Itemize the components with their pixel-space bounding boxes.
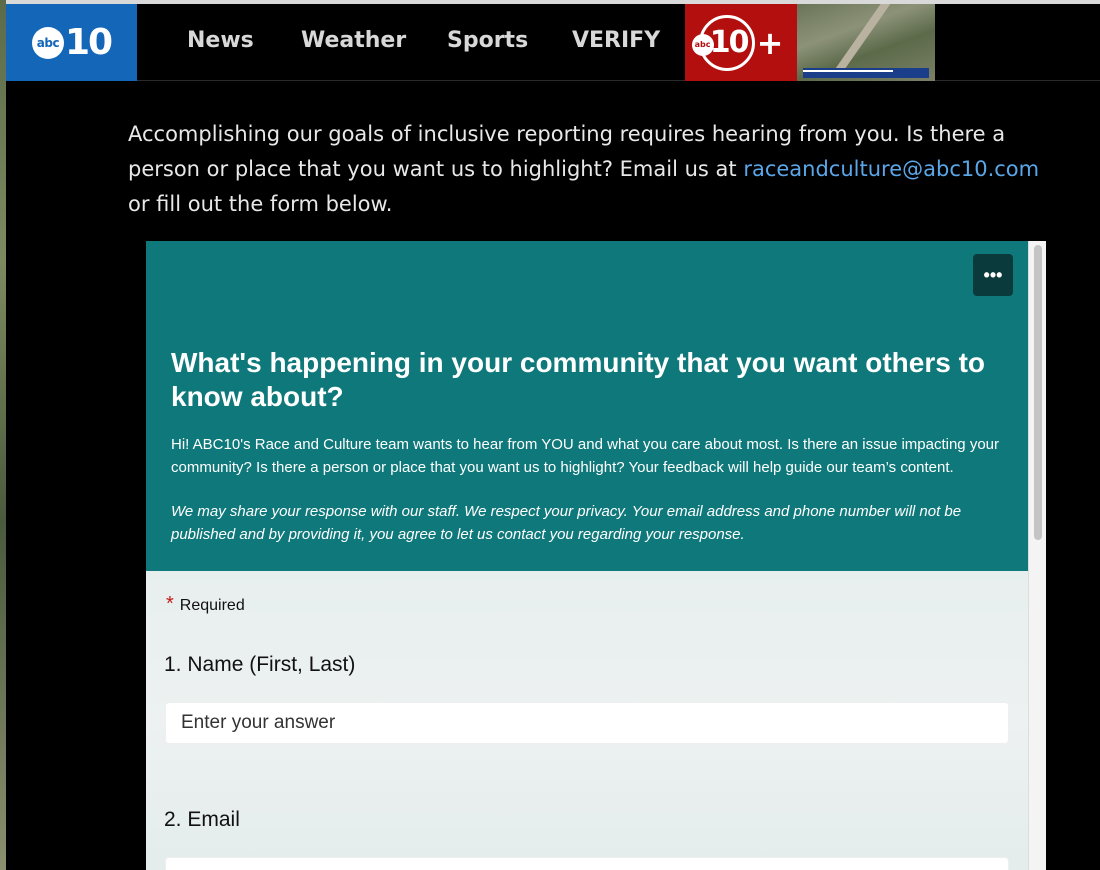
abc10-logo[interactable]: abc 10 [6, 4, 137, 81]
form-scrollbar[interactable] [1028, 241, 1046, 870]
scrollbar-thumb[interactable] [1034, 245, 1042, 540]
site-navbar: abc 10 News Weather Sports VERIFY abc 10… [6, 4, 1100, 81]
nav-news[interactable]: News [187, 28, 254, 53]
more-horizontal-icon: ••• [983, 264, 1003, 285]
abc10-plus-button[interactable]: abc 10 + [685, 4, 797, 81]
desktop-background-strip [0, 0, 6, 870]
embedded-form: ••• What's happening in your community t… [146, 241, 1046, 870]
abc10-plus-logo: abc 10 [691, 14, 755, 71]
logo-abc-badge: abc [31, 26, 64, 59]
question-1-number: 1. [164, 653, 182, 676]
required-legend: * Required [166, 593, 245, 616]
question-2-label: 2. Email [164, 808, 240, 832]
plus-number: 10 [709, 25, 750, 60]
form-header: ••• What's happening in your community t… [146, 241, 1028, 571]
email-link[interactable]: raceandculture@abc10.com [743, 157, 1039, 181]
video-thumbnail[interactable] [797, 4, 935, 81]
question-1-label: 1. Name (First, Last) [164, 653, 355, 677]
form-title: What's happening in your community that … [171, 347, 986, 412]
intro-text-after: or fill out the form below. [128, 192, 393, 216]
required-label: Required [179, 597, 245, 614]
plus-sign-icon: + [756, 23, 784, 62]
nav-weather[interactable]: Weather [301, 28, 406, 53]
question-2-text: Email [187, 808, 240, 831]
form-privacy-note: We may share your response with our staf… [171, 503, 962, 543]
required-star-icon: * [166, 593, 174, 615]
nav-sports[interactable]: Sports [447, 28, 528, 53]
plus-abc-badge: abc [691, 33, 714, 56]
name-input[interactable] [165, 702, 1009, 744]
intro-paragraph: Accomplishing our goals of inclusive rep… [128, 117, 1053, 222]
question-1-text: Name (First, Last) [187, 653, 356, 676]
more-options-button[interactable]: ••• [973, 254, 1013, 296]
form-description: Hi! ABC10's Race and Culture team wants … [171, 436, 999, 476]
nav-verify[interactable]: VERIFY [572, 28, 660, 53]
email-input[interactable] [165, 857, 1009, 870]
question-2-number: 2. [164, 808, 182, 831]
thumbnail-lower-third-line [803, 70, 893, 72]
logo-number: 10 [64, 22, 113, 63]
form-body: * Required 1. Name (First, Last) 2. Email [146, 571, 1028, 870]
